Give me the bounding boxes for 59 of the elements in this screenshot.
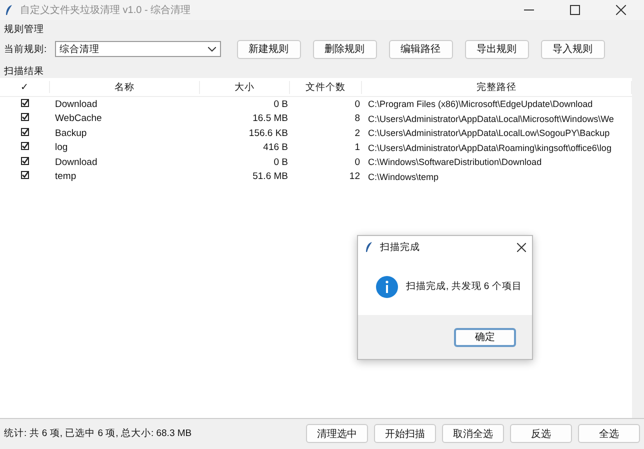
table-cell-text: 0	[354, 156, 361, 168]
rule-button[interactable]: 导入规则	[540, 40, 605, 58]
field-label: 当前规则:	[4, 42, 47, 56]
info-icon	[376, 276, 398, 298]
table-cell-text: 416 B	[262, 142, 289, 154]
rule-button[interactable]: 编辑路径	[388, 40, 453, 58]
window-title: 自定义文件夹垃圾清理 v1.0 - 综合清理	[20, 4, 192, 17]
rule-dropdown[interactable]: 综合清理	[54, 41, 221, 57]
section-label: 扫描结果	[4, 65, 44, 78]
action-button[interactable]: 取消全选	[442, 424, 504, 443]
table-cell-text: C:\Users\Administrator\AppData\LocalLow\SogouPY\Backup	[367, 128, 611, 138]
rule-button[interactable]: 新建规则	[236, 40, 301, 58]
action-button[interactable]: 开始扫描	[374, 424, 436, 443]
column-header[interactable]: 文件个数	[290, 80, 362, 94]
feather-icon	[364, 241, 374, 253]
table-cell-text: 0 B	[272, 98, 289, 110]
dialog-message: 扫描完成, 共发现 6 个项目	[406, 280, 522, 293]
checked-box-icon[interactable]	[21, 113, 29, 122]
table-cell-text: 1	[354, 142, 361, 154]
status-text: 统计: 共 6 项, 已选中 6 项, 总大小: 68.3 MB	[4, 427, 193, 440]
close-icon[interactable]	[517, 242, 526, 252]
table-cell-text: temp	[54, 171, 78, 182]
table-cell-text: 16.5 MB	[252, 113, 289, 124]
table-cell-text: C:\Windows\temp	[367, 172, 440, 182]
table-cell-text: Download	[54, 98, 98, 110]
table-cell-text: 2	[354, 128, 361, 139]
action-button[interactable]: 清理选中	[306, 424, 368, 443]
table-cell-text: C:\Program Files (x86)\Microsoft\EdgeUpdate\Download	[367, 99, 594, 110]
table-cell-text: 156.6 KB	[248, 128, 289, 139]
section-label: 规则管理	[4, 23, 44, 36]
feather-icon	[4, 4, 14, 16]
table-cell-text: WebCache	[54, 113, 103, 124]
scrollbar[interactable]	[632, 78, 644, 418]
checked-box-icon[interactable]	[21, 171, 29, 180]
ok-button[interactable]: 确定	[454, 328, 516, 346]
table-cell-text: 0 B	[272, 156, 289, 168]
rule-button[interactable]: 导出规则	[464, 40, 529, 58]
table-cell-text: 8	[354, 113, 361, 124]
column-header[interactable]: ✓	[0, 81, 50, 93]
table-cell-text: 12	[348, 171, 361, 182]
table-cell-text: Download	[54, 156, 98, 168]
column-header[interactable]: 大小	[200, 80, 290, 94]
table-cell-text: C:\Users\Administrator\AppData\Roaming\kingsoft\office6\log	[367, 142, 612, 153]
action-button[interactable]: 全选	[578, 424, 640, 443]
table-cell-text: 0	[354, 98, 361, 110]
column-header[interactable]: 名称	[50, 80, 200, 94]
table-cell-text: C:\Windows\SoftwareDistribution\Download	[367, 157, 543, 168]
chevron-icon	[208, 46, 216, 52]
checked-box-icon[interactable]	[21, 156, 29, 165]
rule-button[interactable]: 删除规则	[312, 40, 377, 58]
dialog-title: 扫描完成	[380, 240, 421, 254]
table-cell-text: Backup	[54, 128, 88, 139]
table-cell-text: C:\Users\Administrator\AppData\Local\Microsoft\Windows\We	[367, 114, 615, 124]
checked-box-icon[interactable]	[21, 142, 29, 150]
checked-box-icon[interactable]	[21, 98, 29, 107]
checked-box-icon[interactable]	[21, 128, 29, 136]
table-cell-text: 51.6 MB	[252, 171, 289, 182]
table-cell-text: log	[54, 142, 69, 154]
action-button[interactable]: 反选	[510, 424, 572, 443]
